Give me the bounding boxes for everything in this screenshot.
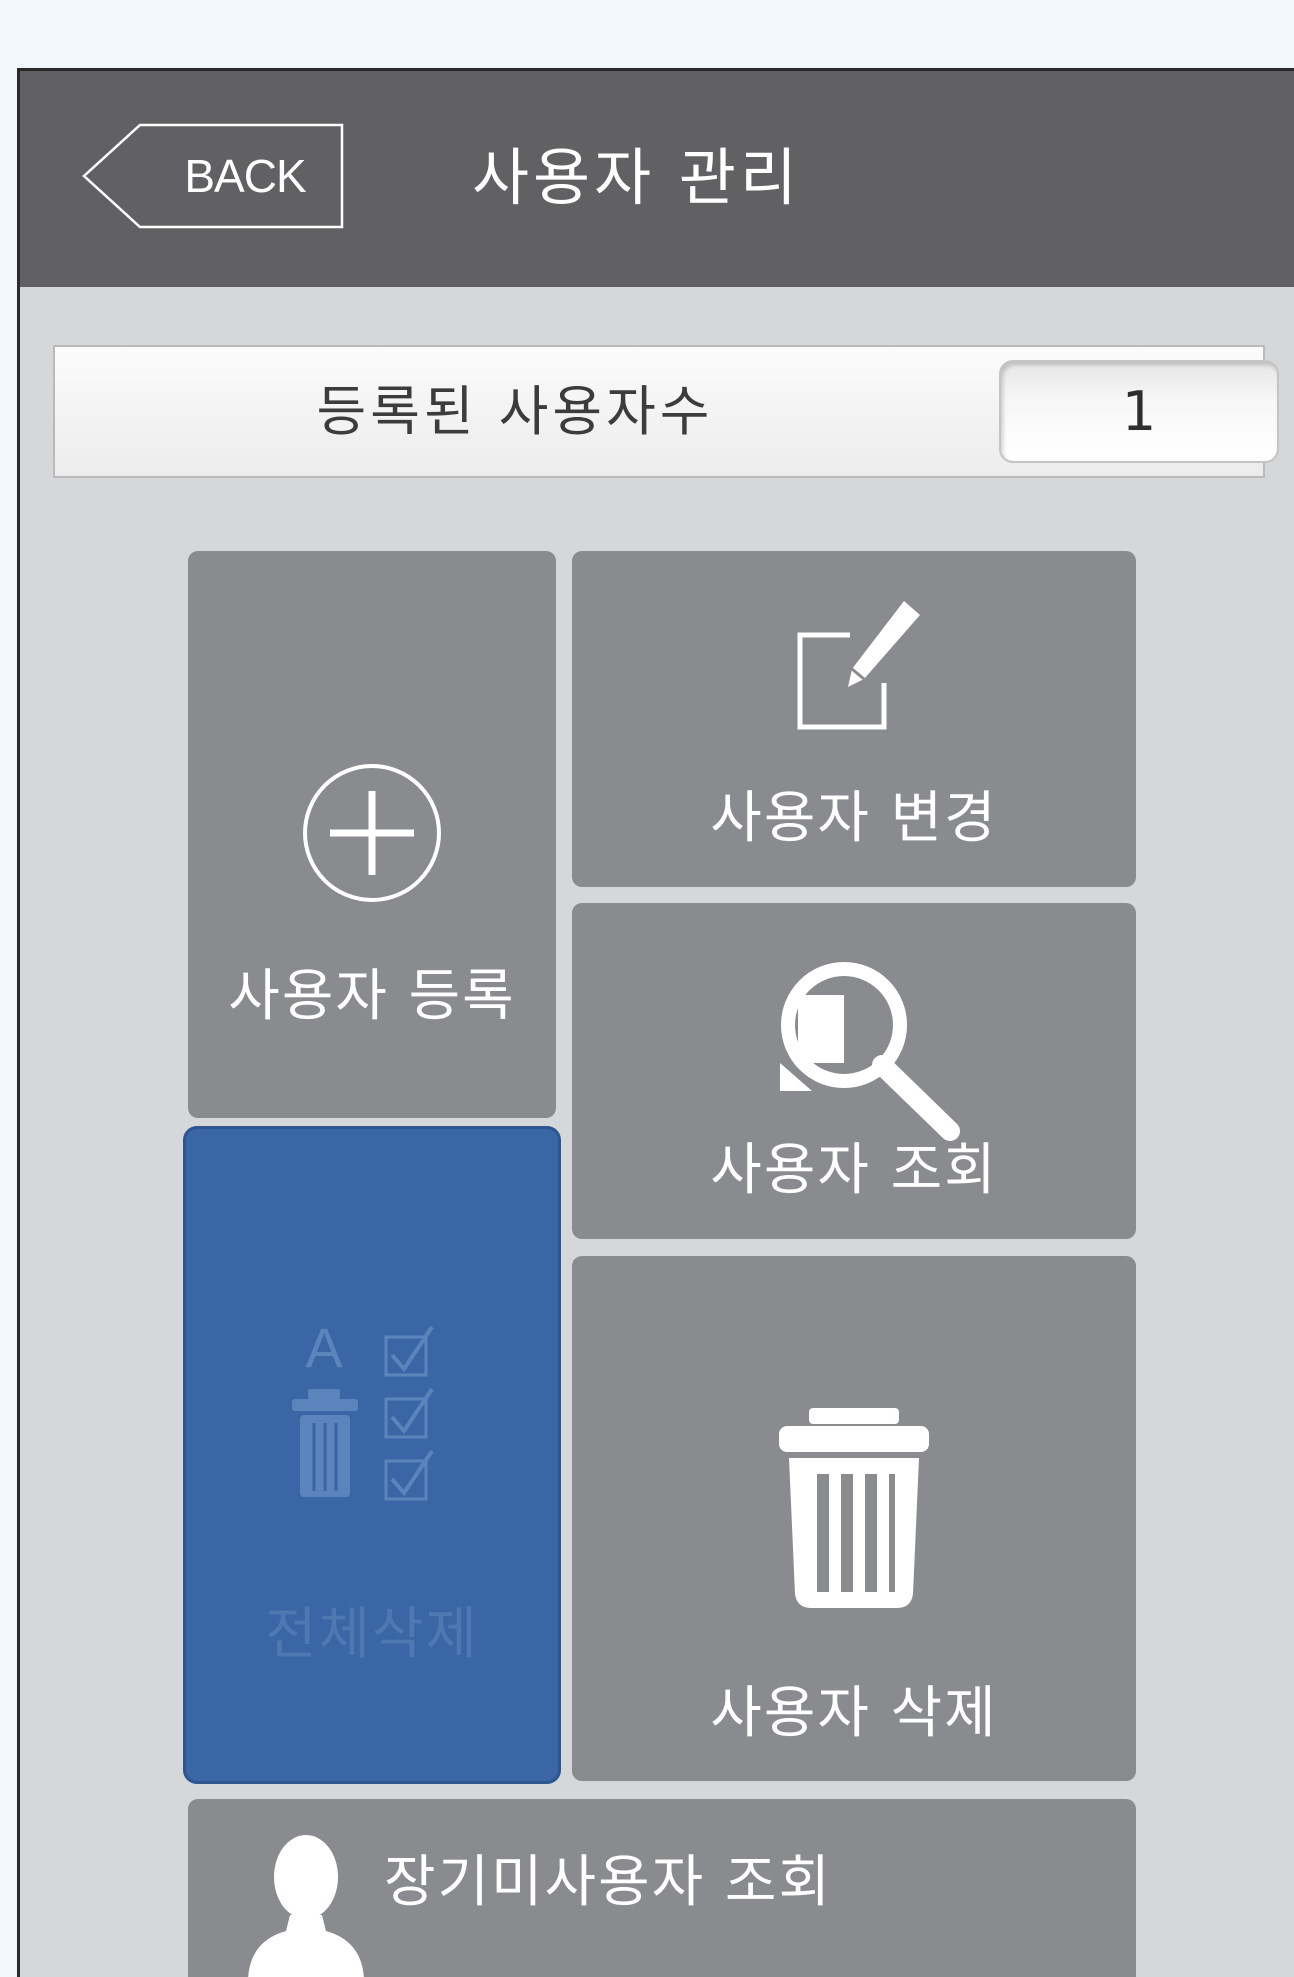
change-user-button[interactable]: 사용자 변경 <box>572 551 1136 887</box>
delete-user-label: 사용자 삭제 <box>710 1681 998 1746</box>
back-button[interactable]: BACK <box>82 123 344 229</box>
user-count-value: 1 <box>999 360 1279 463</box>
person-icon <box>248 1835 364 1977</box>
register-user-button[interactable]: 사용자 등록 <box>188 551 556 1118</box>
trash-icon <box>779 1408 929 1608</box>
change-user-label: 사용자 변경 <box>710 786 998 851</box>
delete-all-icon: A <box>292 1319 434 1501</box>
edit-icon <box>797 601 920 730</box>
long-term-unused-user-button[interactable]: 장기미사용자 조회 <box>188 1799 1136 1977</box>
plus-circle-icon <box>303 764 441 902</box>
search-user-label: 사용자 조회 <box>710 1138 998 1203</box>
device-screen: BACK 사용자 관리 등록된 사용자수 1 사용자 등록 사용자 변경 사용자… <box>17 68 1294 1977</box>
search-icon <box>780 962 960 1141</box>
delete-user-button[interactable]: 사용자 삭제 <box>572 1256 1136 1781</box>
delete-all-label: 전체삭제 <box>264 1602 480 1667</box>
back-label: BACK <box>184 150 306 202</box>
long-term-unused-user-label: 장기미사용자 조회 <box>384 1850 832 1915</box>
user-count-label: 등록된 사용자수 <box>316 380 714 443</box>
search-user-button[interactable]: 사용자 조회 <box>572 903 1136 1239</box>
page-title: 사용자 관리 <box>472 141 801 214</box>
register-user-label: 사용자 등록 <box>228 964 516 1029</box>
header-bar: BACK 사용자 관리 <box>20 71 1294 287</box>
delete-all-button[interactable]: A 전체삭제 <box>183 1126 561 1784</box>
svg-text:A: A <box>305 1319 343 1379</box>
user-count-bar: 등록된 사용자수 1 <box>53 345 1279 478</box>
